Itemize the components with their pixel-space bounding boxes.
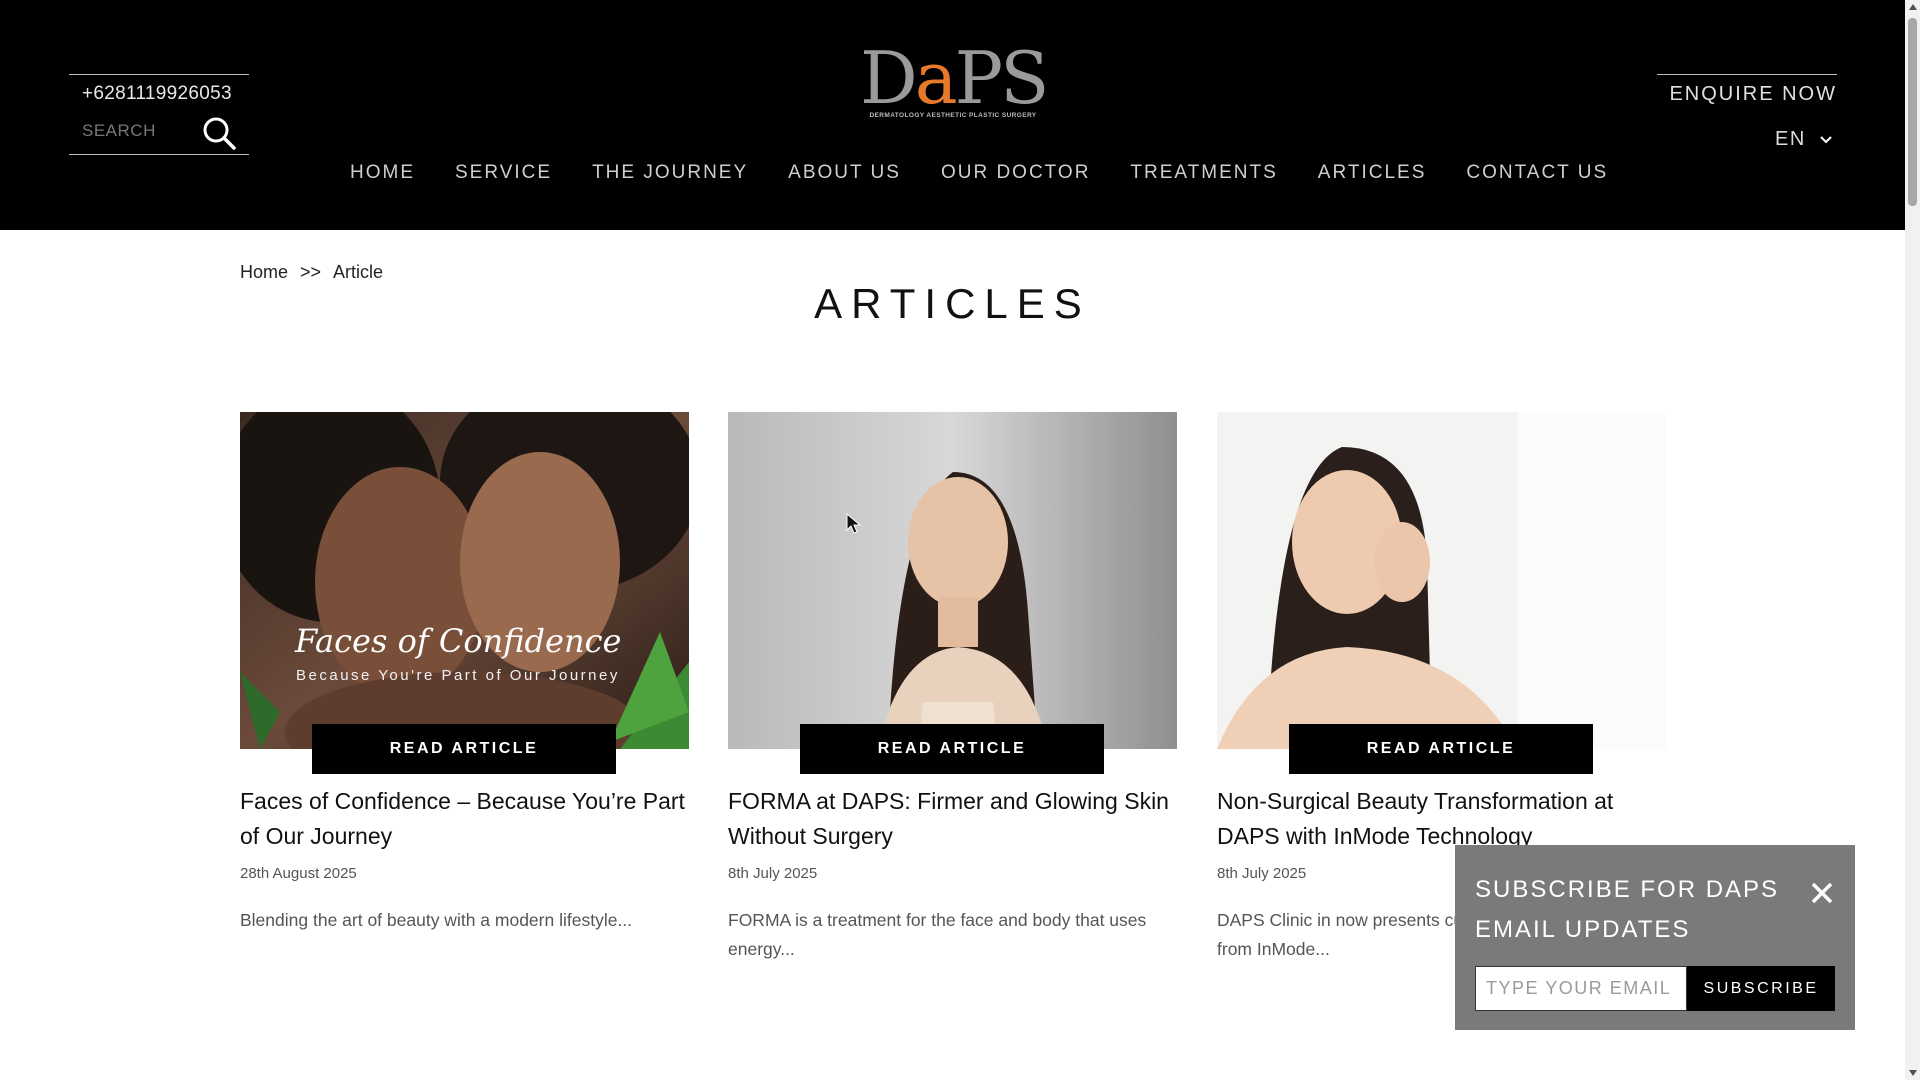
contact-search-block: +6281119926053 — [69, 74, 249, 155]
subscribe-title: SUBSCRIBE FOR DAPS EMAIL UPDATES — [1475, 876, 1780, 943]
nav-our-doctor[interactable]: OUR DOCTOR — [921, 162, 1110, 184]
nav-service[interactable]: SERVICE — [435, 162, 572, 184]
page-title: ARTICLES — [814, 280, 1091, 327]
forma-photo — [728, 412, 1177, 749]
article-image-forma[interactable] — [728, 412, 1177, 749]
article-title[interactable]: Non-Surgical Beauty Transformation at DA… — [1217, 784, 1666, 854]
nav-contact-us[interactable]: CONTACT US — [1446, 162, 1628, 184]
scroll-thumb[interactable] — [1908, 18, 1917, 206]
image-overlay-subtitle: Because You're Part of Our Journey — [296, 667, 620, 684]
article-card: Faces of Confidence Because You're Part … — [240, 412, 689, 930]
main-nav: HOME SERVICE THE JOURNEY ABOUT US OUR DO… — [330, 162, 1628, 184]
mouse-pointer-icon — [846, 513, 862, 534]
search-input[interactable] — [82, 121, 202, 141]
search-bar — [69, 111, 249, 155]
article-date: 28th August 2025 — [240, 865, 357, 882]
nav-articles[interactable]: ARTICLES — [1298, 162, 1447, 184]
enquire-now-button[interactable]: ENQUIRE NOW — [1657, 74, 1837, 106]
read-article-button[interactable]: READ ARTICLE — [1289, 724, 1593, 774]
phone-number-link[interactable]: +6281119926053 — [69, 75, 249, 105]
site-header: +6281119926053 DaPS DERMATOLOGY AESTHETI… — [0, 0, 1905, 230]
nav-the-journey[interactable]: THE JOURNEY — [572, 162, 768, 184]
article-image-inmode[interactable] — [1217, 412, 1666, 749]
language-selector[interactable]: EN — [1775, 128, 1832, 151]
page-scrollbar[interactable] — [1905, 0, 1920, 1080]
language-label: EN — [1775, 128, 1806, 150]
article-excerpt: Blending the art of beauty with a modern… — [240, 910, 633, 930]
article-title[interactable]: FORMA at DAPS: Firmer and Glowing Skin W… — [728, 784, 1177, 854]
logo-tagline: DERMATOLOGY AESTHETIC PLASTIC SURGERY — [869, 112, 1037, 119]
subscribe-popup: SUBSCRIBE FOR DAPS EMAIL UPDATES SUBSCRI… — [1455, 845, 1855, 1030]
inmode-photo — [1217, 412, 1666, 749]
article-card: READ ARTICLE FORMA at DAPS: Firmer and G… — [728, 412, 1177, 959]
faces-photo — [240, 412, 689, 749]
logo-wordmark: DaPS — [860, 36, 1049, 120]
nav-about-us[interactable]: ABOUT US — [768, 162, 921, 184]
article-date: 8th July 2025 — [1217, 865, 1307, 882]
daps-logo[interactable]: DaPS DERMATOLOGY AESTHETIC PLASTIC SURGE… — [860, 36, 1049, 122]
nav-home[interactable]: HOME — [330, 162, 435, 184]
article-date: 8th July 2025 — [728, 865, 818, 882]
scroll-down-arrow-icon[interactable] — [1909, 1070, 1917, 1076]
article-excerpt: FORMA is a treatment for the face and bo… — [728, 910, 1147, 959]
scroll-up-arrow-icon[interactable] — [1909, 4, 1917, 10]
article-title[interactable]: Faces of Confidence – Because You’re Par… — [240, 784, 689, 854]
read-article-button[interactable]: READ ARTICLE — [312, 724, 616, 774]
chevron-down-icon — [1820, 135, 1832, 143]
image-overlay-title: Faces of Confidence — [295, 622, 622, 660]
search-icon[interactable] — [201, 115, 237, 151]
subscribe-email-input[interactable] — [1475, 966, 1687, 1011]
close-icon[interactable] — [1810, 881, 1834, 905]
article-image-faces-of-confidence[interactable]: Faces of Confidence Because You're Part … — [240, 412, 689, 749]
read-article-button[interactable]: READ ARTICLE — [800, 724, 1104, 774]
article-card: READ ARTICLE Non-Surgical Beauty Transfo… — [1217, 412, 1666, 959]
nav-treatments[interactable]: TREATMENTS — [1110, 162, 1297, 184]
subscribe-button[interactable]: SUBSCRIBE — [1687, 966, 1835, 1011]
